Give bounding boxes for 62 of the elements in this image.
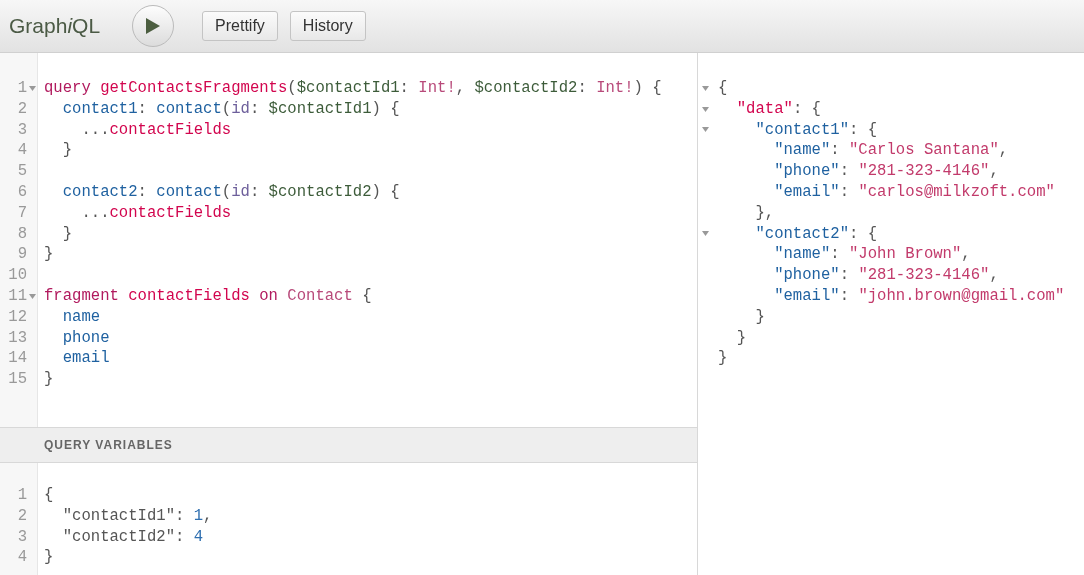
toolbar-button[interactable]: Prettify [202,11,278,41]
code-line: } [61,224,73,243]
run-button[interactable] [132,5,175,47]
line-number: 15 [8,369,27,390]
code-line: fragment contactFields on Contact { [44,286,372,305]
code-line: ...contactFields [80,120,232,139]
logo: GraphiQL [9,13,101,40]
section-title: QUERY VARIABLES [44,437,173,454]
code-line: "contactId1": 1, [61,506,213,525]
code-line: email [61,349,110,368]
code-line: } [718,349,728,368]
fold-arrow-icon[interactable] [701,85,709,91]
code-line: "name": "John Brown", [773,245,971,264]
code-line: "phone": "281-323-4146", [773,162,999,181]
code-line: } [44,370,54,389]
line-number: 7 [17,202,27,224]
code-line: "name": "Carlos Santana", [773,141,1009,160]
code-line: "phone": "281-323-4146", [773,266,999,285]
play-icon [146,18,161,34]
code-line: } [754,307,765,326]
code-line: "data": { [735,99,821,118]
code-line: } [735,328,747,347]
fold-arrow-icon[interactable] [701,127,709,133]
code-line: { [718,79,728,97]
line-number: 3 [17,526,27,548]
line-number: 3 [17,119,27,141]
line-number: 8 [17,223,27,245]
line-number: 1 [17,78,27,99]
code-line: } [61,141,73,160]
code-line: "contact2": { [754,224,878,243]
fold-arrow-icon[interactable] [29,293,36,299]
code-line: phone [61,328,110,347]
fold-arrow-icon[interactable] [701,106,709,112]
line-number: 4 [17,547,27,569]
code-line: } [44,245,54,264]
fold-arrow-icon[interactable] [701,231,709,237]
line-number: 10 [8,265,27,286]
code-line: { [44,486,54,504]
line-number: 2 [17,505,27,527]
fold-arrow-icon[interactable] [29,85,36,91]
toolbar-button[interactable]: History [289,11,366,41]
code-line: "contact1": { [754,120,878,139]
line-number: 2 [17,98,27,120]
code-line: contact2: contact(id: $contactId2) { [61,183,400,201]
line-number: 11 [8,285,27,307]
code-line: "email": "carlos@milkzoft.com" [773,183,1055,201]
line-number: 4 [17,140,27,162]
line-number: 5 [17,161,27,182]
line-number: 9 [17,244,27,266]
code-line: query getContactsFragments($contactId1: Int!, $contactId2: Int!) { [44,79,662,97]
line-number: 14 [8,348,27,370]
line-number: 12 [8,306,27,328]
code-line: "email": "john.brown@gmail.com" [773,286,1065,305]
code-line: name [61,307,101,326]
code-line: } [44,548,54,567]
code-line: }, [754,203,775,222]
line-number: 6 [17,182,27,203]
line-number: 13 [8,327,27,349]
code-line: contact1: contact(id: $contactId1) { [61,99,400,118]
line-number: 1 [17,485,27,506]
code-line: "contactId2": 4 [61,527,204,546]
code-line: ...contactFields [80,203,232,222]
